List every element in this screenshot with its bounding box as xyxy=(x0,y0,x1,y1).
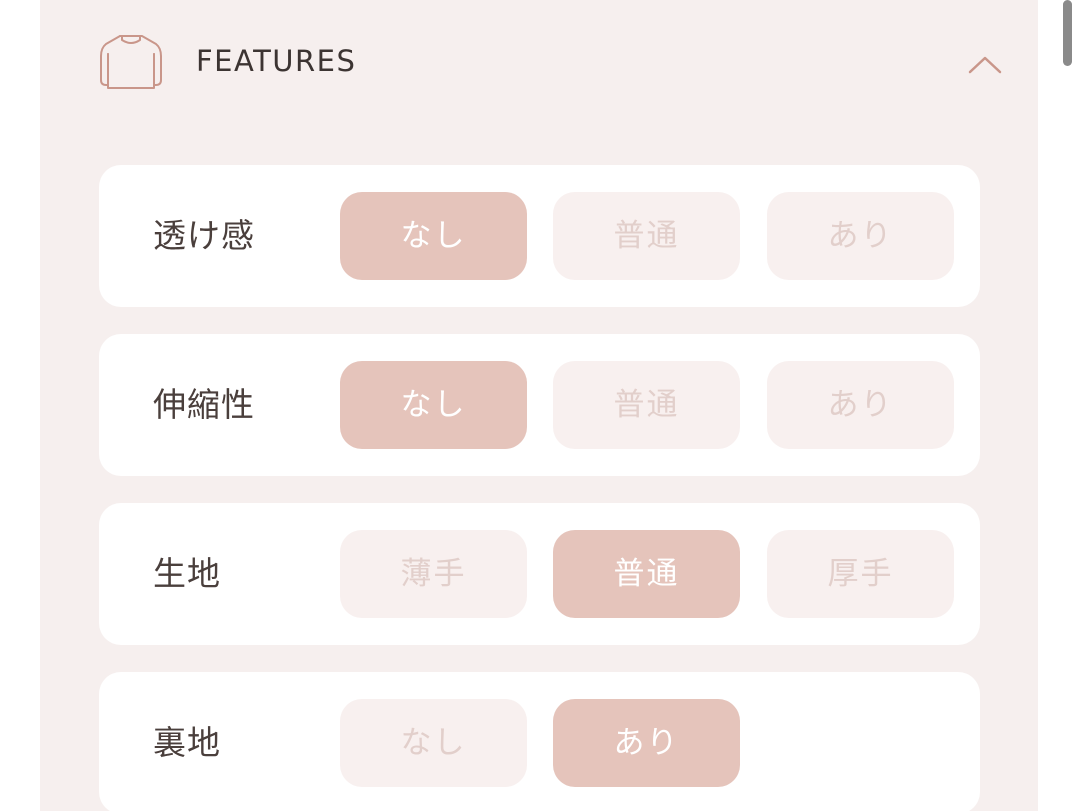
option-button[interactable]: 普通 xyxy=(553,530,740,618)
feature-row-transparency: 透け感 なし 普通 あり xyxy=(99,165,980,307)
chevron-up-icon[interactable] xyxy=(967,52,1003,78)
option-button[interactable]: なし xyxy=(340,699,527,787)
option-button[interactable]: なし xyxy=(340,192,527,280)
option-button[interactable]: 普通 xyxy=(553,361,740,449)
option-button[interactable]: あり xyxy=(767,192,954,280)
feature-label: 伸縮性 xyxy=(153,385,255,424)
scrollbar[interactable] xyxy=(1063,0,1072,66)
feature-row-fabric: 生地 薄手 普通 厚手 xyxy=(99,503,980,645)
option-button[interactable]: あり xyxy=(767,361,954,449)
feature-label: 生地 xyxy=(153,554,221,593)
option-button[interactable]: なし xyxy=(340,361,527,449)
option-button[interactable]: 薄手 xyxy=(340,530,527,618)
shirt-icon xyxy=(100,35,162,89)
page: FEATURES 透け感 なし 普通 あり 伸縮性 なし 普通 あり 生地 薄手… xyxy=(0,0,1080,811)
feature-label: 透け感 xyxy=(153,216,255,255)
feature-row-lining: 裏地 なし あり xyxy=(99,672,980,811)
section-title: FEATURES xyxy=(196,44,357,78)
feature-row-stretch: 伸縮性 なし 普通 あり xyxy=(99,334,980,476)
option-button[interactable]: あり xyxy=(553,699,740,787)
option-button[interactable]: 厚手 xyxy=(767,530,954,618)
features-header[interactable]: FEATURES xyxy=(98,30,1002,92)
option-button[interactable]: 普通 xyxy=(553,192,740,280)
feature-label: 裏地 xyxy=(153,723,221,762)
